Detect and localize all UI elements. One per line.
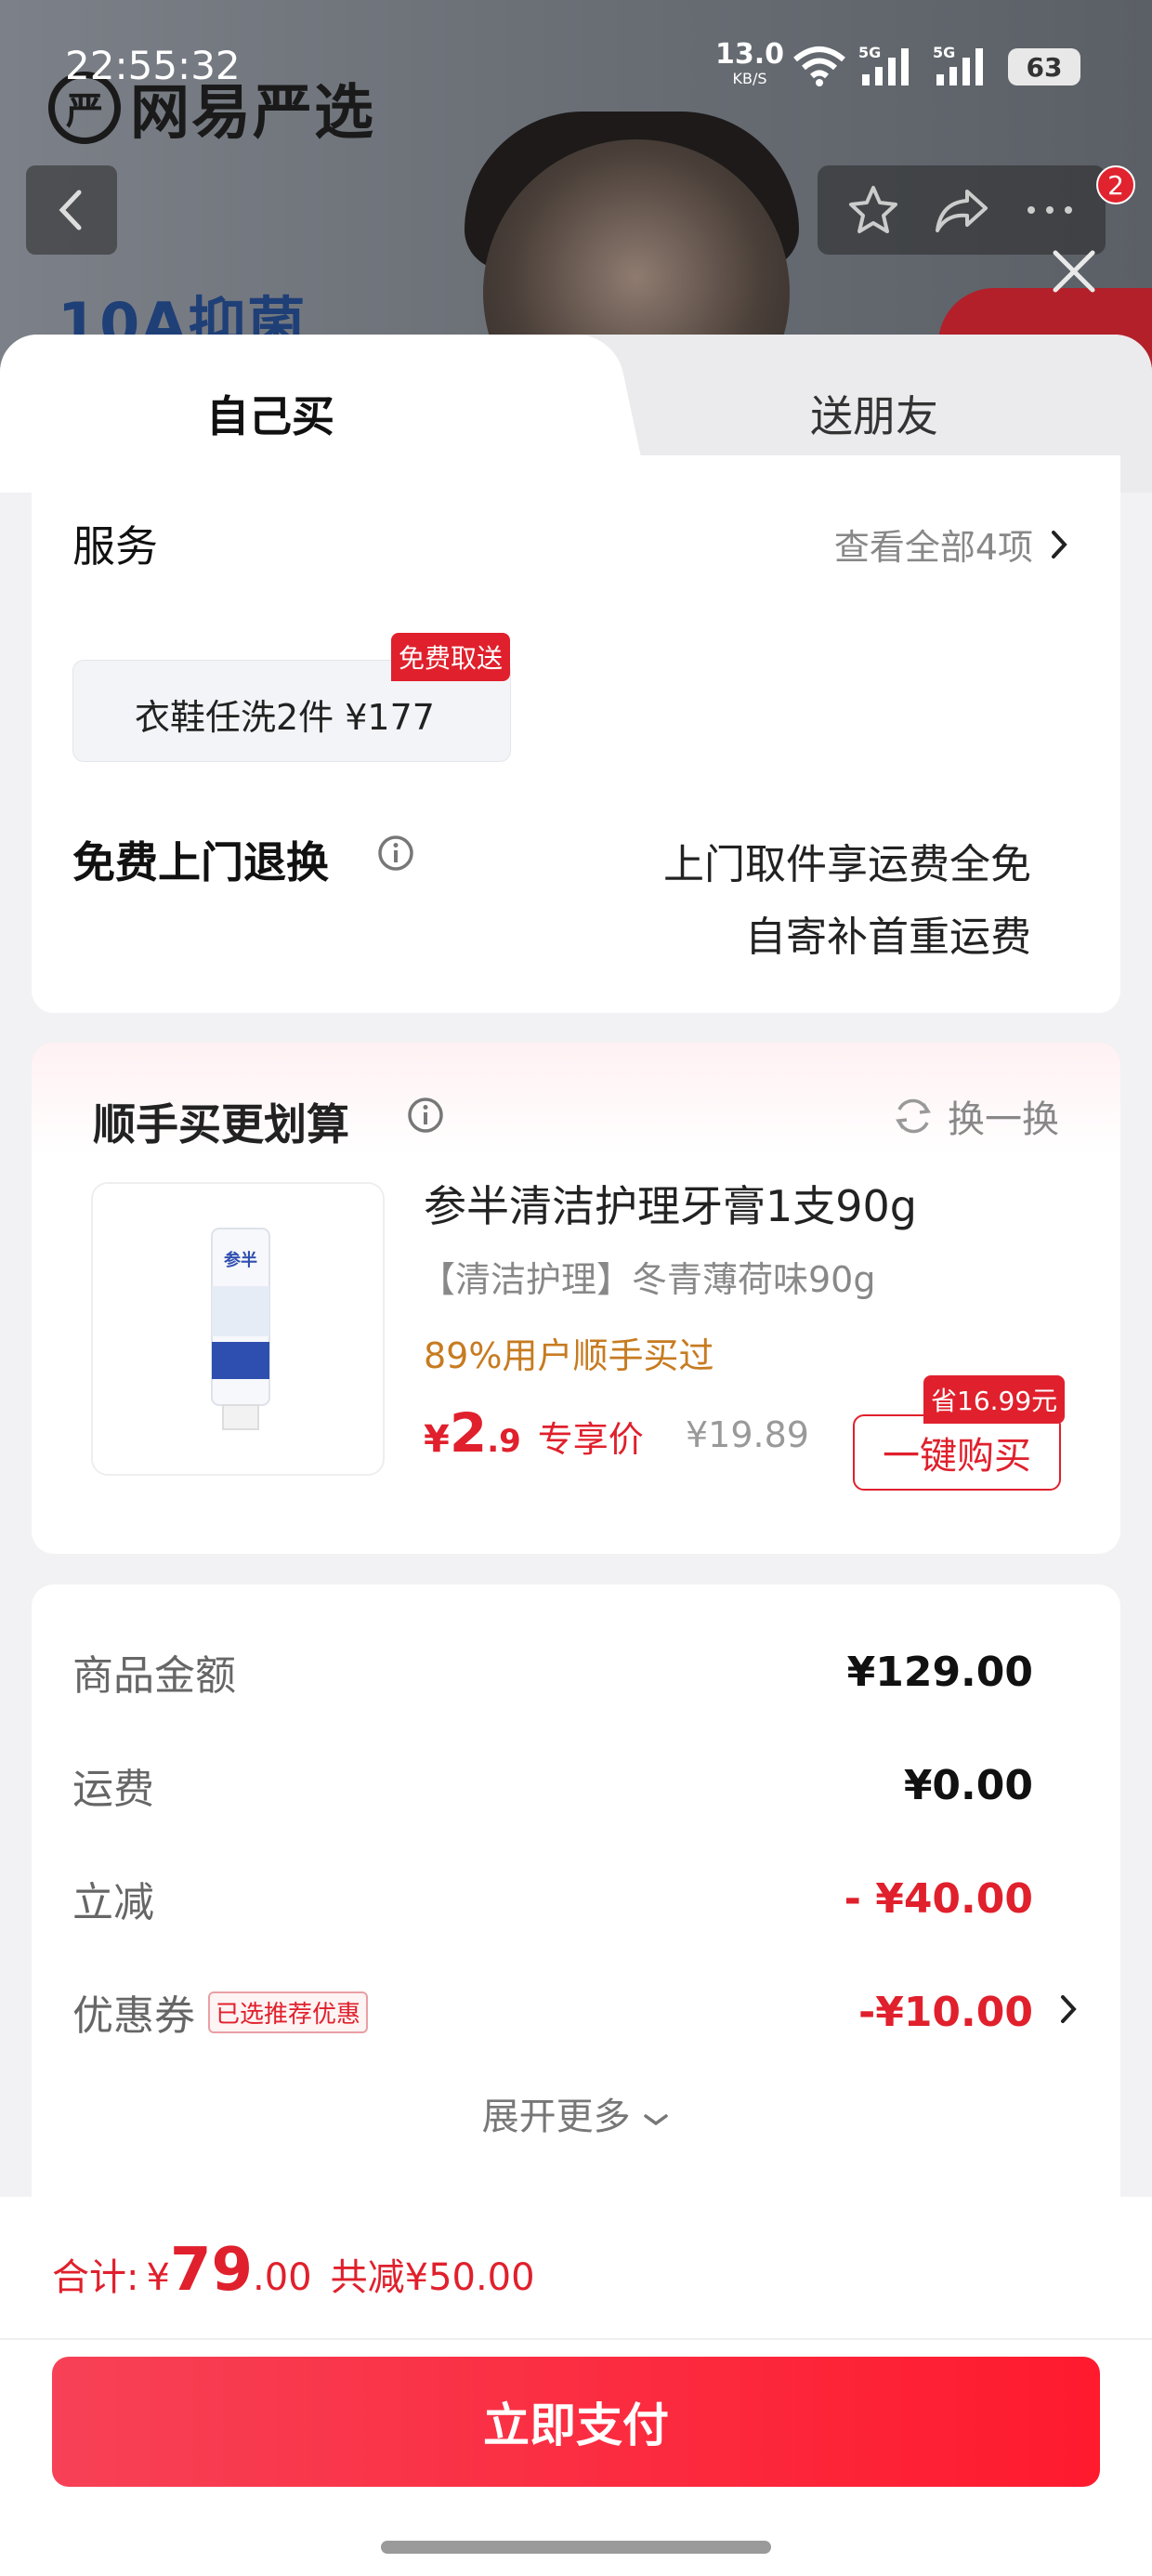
- return-policy-text: 上门取件享运费全免 自寄补首重运费: [663, 829, 1031, 974]
- total-label: 合计:: [52, 2256, 139, 2299]
- price-label: 专享价: [537, 1419, 644, 1460]
- shipping-label: 运费: [72, 1766, 154, 1813]
- network-speed: 13.0 KB/S: [715, 41, 784, 91]
- toothpaste-brand-label: 参半: [224, 1250, 257, 1270]
- pay-now-button[interactable]: 立即支付: [52, 2357, 1100, 2487]
- checkout-bar: 合计: ¥ 79 .00 共减¥50.00 立即支付: [0, 2197, 1152, 2576]
- chevron-right-icon: [1052, 530, 1067, 559]
- battery-indicator: 63: [1008, 48, 1080, 85]
- order-total: 合计: ¥ 79 .00 共减¥50.00: [52, 2236, 535, 2305]
- view-all-services-link[interactable]: 查看全部4项: [834, 519, 1068, 570]
- status-time: 22:55:32: [65, 43, 241, 88]
- shipping-value: ¥0.00: [903, 1761, 1033, 1809]
- more-icon[interactable]: [1022, 201, 1078, 219]
- swap-label: 换一换: [948, 1098, 1059, 1141]
- back-button[interactable]: [26, 165, 117, 255]
- top-actions: [818, 165, 1106, 255]
- instant-discount-value: - ¥40.00: [844, 1874, 1033, 1923]
- wifi-icon: [793, 46, 845, 86]
- service-chip-text: 衣鞋任洗2件 ¥177: [135, 697, 435, 738]
- service-title: 服务: [72, 521, 158, 572]
- chevron-down-icon: [644, 2114, 669, 2126]
- refresh-icon: [896, 1098, 931, 1134]
- goods-amount-value: ¥129.00: [846, 1648, 1033, 1696]
- svg-text:5G: 5G: [858, 44, 881, 61]
- one-click-buy-button[interactable]: 一键购买: [853, 1414, 1061, 1491]
- tab-self[interactable]: 自己买: [206, 383, 334, 444]
- notification-badge: 2: [1096, 165, 1135, 204]
- view-all-label: 查看全部4项: [833, 527, 1033, 568]
- laundry-service-chip[interactable]: 衣鞋任洗2件 ¥177 免费取送: [72, 633, 511, 762]
- chevron-right-icon[interactable]: [1059, 1993, 1078, 2025]
- addon-product-spec: 【清洁护理】冬青薄荷味90g: [420, 1259, 876, 1300]
- expand-more-button[interactable]: 展开更多: [32, 2086, 1120, 2140]
- addon-product-name[interactable]: 参半清洁护理牙膏1支90g: [424, 1173, 917, 1234]
- svg-text:5G: 5G: [933, 44, 955, 61]
- info-icon[interactable]: [405, 1095, 446, 1136]
- expand-label: 展开更多: [481, 2096, 631, 2138]
- row-coupon[interactable]: 优惠券 已选推荐优惠 -¥10.00: [72, 1982, 1033, 2042]
- addon-price: ¥ 2 .9 专享价: [424, 1401, 644, 1465]
- info-icon[interactable]: [375, 833, 416, 874]
- signal-5g-icon: 5G: [858, 44, 909, 85]
- network-speed-value: 13.0: [715, 38, 785, 71]
- status-bar: 22:55:32 13.0 KB/S 5G 5G 63: [0, 37, 1152, 102]
- free-pickup-tag: 免费取送: [390, 633, 510, 681]
- home-indicator: [381, 2541, 771, 2554]
- share-icon[interactable]: [932, 184, 991, 236]
- total-currency: ¥: [146, 2256, 170, 2299]
- row-instant-discount: 立减 - ¥40.00: [72, 1869, 1033, 1928]
- return-line-2: 自寄补首重运费: [745, 913, 1031, 961]
- addon-social-proof: 89%用户顺手买过: [424, 1335, 714, 1376]
- toothpaste-illustration: 参半: [211, 1228, 270, 1430]
- savings-tag: 省16.99元: [923, 1375, 1066, 1424]
- tab-friend[interactable]: 送朋友: [810, 383, 938, 444]
- price-integer: 2: [449, 1401, 488, 1465]
- goods-amount-label: 商品金额: [72, 1652, 236, 1700]
- price-summary-card: 商品金额 ¥129.00 运费 ¥0.00 立减 - ¥40.00 优惠券 已选…: [32, 1584, 1120, 2216]
- coupon-label-group: 优惠券 已选推荐优惠: [72, 1982, 369, 2042]
- addon-card: 顺手买更划算 换一换 参半 参半清洁护理牙膏1支90g 【清洁护理】冬青薄荷味9…: [32, 1043, 1120, 1554]
- total-integer: 79: [169, 2236, 253, 2305]
- free-return-title: 免费上门退换: [72, 837, 329, 887]
- star-icon[interactable]: [845, 182, 901, 238]
- chevron-left-icon: [59, 190, 82, 230]
- coupon-recommended-tag: 已选推荐优惠: [208, 1991, 369, 2033]
- swap-button[interactable]: 换一换: [892, 1089, 1059, 1143]
- total-saved: 共减¥50.00: [330, 2256, 535, 2299]
- close-icon[interactable]: [1046, 243, 1102, 299]
- price-currency: ¥: [424, 1418, 450, 1461]
- signal-5g-icon: 5G: [933, 44, 983, 85]
- row-goods-amount: 商品金额 ¥129.00: [72, 1642, 1033, 1702]
- row-shipping: 运费 ¥0.00: [72, 1755, 1033, 1815]
- coupon-label: 优惠券: [72, 1992, 195, 2040]
- original-price: ¥19.89: [686, 1414, 809, 1455]
- addon-title: 顺手买更划算: [93, 1099, 349, 1150]
- service-card: 服务 查看全部4项 衣鞋任洗2件 ¥177 免费取送 免费上门退换 上门取件享运…: [32, 455, 1120, 1013]
- total-decimal: .00: [253, 2256, 312, 2299]
- divider: [0, 2338, 1152, 2340]
- toothpaste-image[interactable]: 参半: [91, 1182, 385, 1476]
- return-line-1: 上门取件享运费全免: [663, 841, 1031, 888]
- instant-discount-label: 立减: [72, 1879, 154, 1926]
- coupon-value: -¥10.00: [857, 1988, 1033, 2036]
- price-decimal: .9: [487, 1423, 521, 1460]
